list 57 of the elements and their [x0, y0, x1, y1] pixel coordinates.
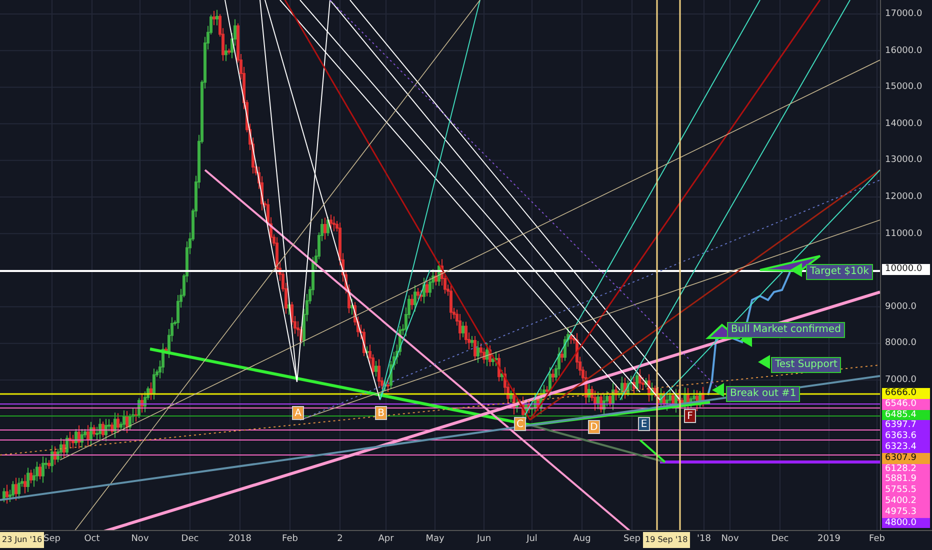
price-label: 12000.0: [885, 191, 922, 203]
point-label: F: [684, 409, 696, 423]
time-label: Feb: [281, 534, 299, 544]
price-label: 15000.0: [885, 81, 922, 94]
price-tag: 6128.2: [882, 464, 930, 474]
price-tag: 6323.4: [882, 442, 930, 453]
time-label: 2: [336, 534, 344, 544]
pointer-icon: [712, 383, 724, 397]
chart-annotation: Bull Market confirmed: [727, 322, 845, 338]
price-tag: 6363.6: [882, 431, 930, 442]
point-label: E: [638, 417, 650, 431]
price-label: 8000.0: [885, 337, 916, 350]
price-label: 13000.0: [885, 154, 922, 166]
time-label: 2018: [228, 534, 252, 544]
time-label: Nov: [130, 534, 150, 544]
price-tag: 5755.5: [882, 485, 930, 496]
point-label: A: [292, 406, 304, 420]
time-label: 2019: [817, 534, 841, 544]
price-label: 9000.0: [885, 300, 916, 313]
chart-annotation: Target $10k: [806, 264, 873, 280]
price-tag: 4975.3: [882, 506, 930, 518]
time-label: Jun: [476, 534, 492, 544]
price-tag: 6666.0: [882, 388, 930, 399]
price-tag: 6546.0: [882, 398, 930, 410]
price-tag: 10000.0: [882, 264, 930, 275]
time-tag: 19 Sep '18: [643, 532, 690, 548]
point-label: C: [514, 417, 526, 431]
time-label: Feb: [868, 534, 886, 544]
price-tag: 6485.4: [882, 410, 930, 420]
price-label: 11000.0: [885, 228, 922, 240]
price-tag: 4800.0: [882, 518, 930, 528]
price-tag: 6307.9: [882, 452, 930, 464]
pointer-icon: [758, 355, 770, 369]
time-label: '18: [696, 534, 712, 544]
price-label: 17000.0: [885, 8, 922, 20]
time-label: Dec: [180, 534, 200, 544]
time-tag: 23 Jun '16: [0, 532, 44, 548]
time-label: Aug: [572, 534, 592, 544]
time-label: Nov: [720, 534, 740, 544]
time-label: Oct: [83, 534, 101, 544]
price-tag: 6397.7: [882, 420, 930, 432]
price-tag: 5400.2: [882, 496, 930, 507]
price-label: 16000.0: [885, 44, 922, 57]
time-label: Dec: [770, 534, 790, 544]
time-label: Jul: [525, 534, 538, 544]
time-label: Sep: [42, 534, 62, 544]
price-label: 7000.0: [885, 374, 916, 386]
time-label: May: [424, 534, 446, 544]
price-label: 14000.0: [885, 118, 922, 130]
point-label: D: [588, 420, 600, 434]
time-label: Sep: [622, 534, 642, 544]
time-label: Apr: [377, 534, 395, 544]
point-label: B: [375, 406, 387, 420]
chart-annotation: Test Support: [771, 357, 842, 373]
pointer-icon: [790, 263, 802, 277]
chart-annotation: Break out #1: [726, 386, 800, 402]
price-tag: 5881.9: [882, 474, 930, 486]
